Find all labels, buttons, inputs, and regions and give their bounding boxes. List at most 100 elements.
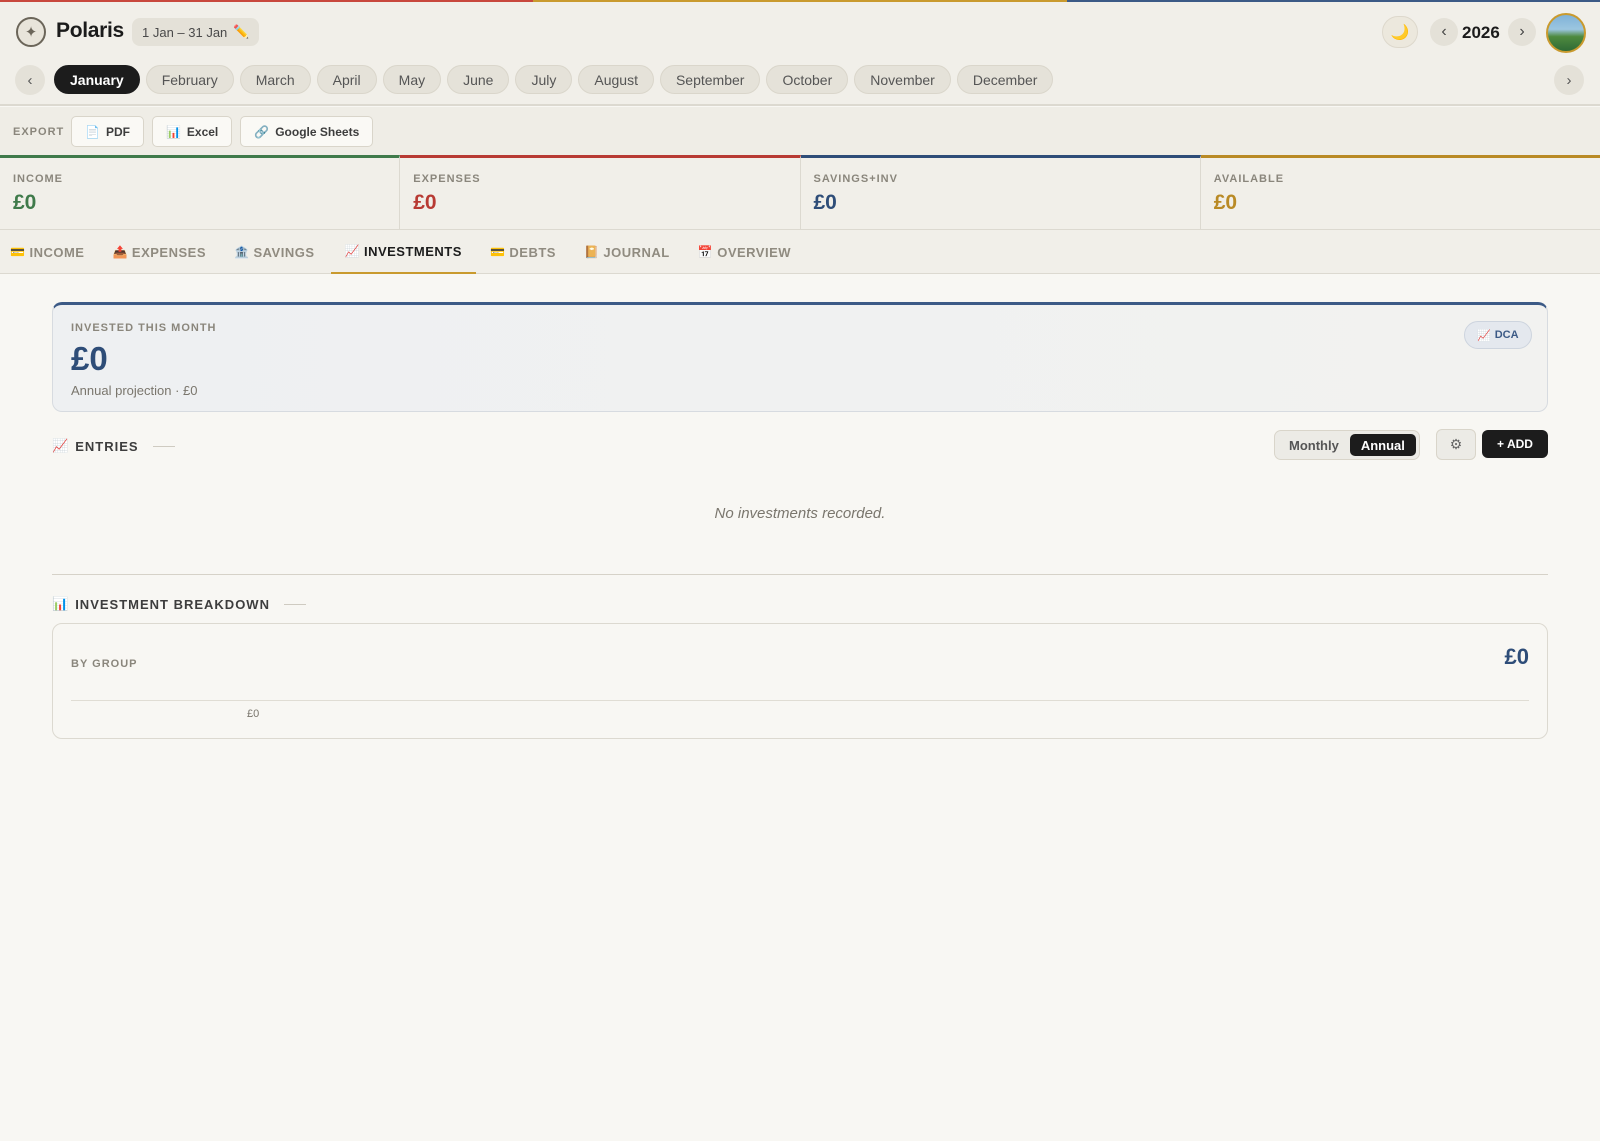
month-march[interactable]: March — [239, 65, 311, 94]
notebook-icon: 📔 — [583, 245, 600, 259]
export-buttons: 📄 PDF 📊 Excel 🔗 Google Sheets — [71, 116, 374, 147]
entries-title: ENTRIES — [75, 438, 139, 454]
app-header: ✦ Polaris 1 Jan – 31 Jan ✏️ 🌙 ‹ 2026 › ‹… — [0, 2, 1600, 106]
app-brand: Polaris — [56, 19, 124, 42]
outbox-icon: 📤 — [112, 245, 128, 259]
document-icon: 📄 — [85, 124, 100, 139]
tab-label: INVESTMENTS — [363, 243, 462, 259]
dca-button[interactable]: 📈 DCA — [1464, 321, 1532, 349]
toggle-annual[interactable]: Annual — [1349, 434, 1416, 456]
bar-chart-icon: 📊 — [52, 596, 70, 611]
breakdown-title: INVESTMENT BREAKDOWN — [75, 596, 270, 612]
avatar[interactable] — [1546, 13, 1586, 53]
section-divider — [152, 445, 175, 447]
month-june[interactable]: June — [447, 65, 510, 94]
month-next-button[interactable]: › — [1554, 65, 1584, 95]
summary-value: £0 — [1213, 191, 1238, 214]
tab-bar: 💳 INCOME 📤 EXPENSES 🏦 SAVINGS 📈 INVESTMENTS 💳 DEB… — [0, 230, 1600, 274]
tab-label: SAVINGS — [253, 244, 315, 260]
breakdown-axis — [71, 700, 1529, 701]
summary-card-savings-inv: SAVINGS+INV £0 — [800, 155, 1201, 229]
tab-label: INCOME — [29, 244, 85, 260]
month-september[interactable]: September — [659, 65, 761, 94]
tab-label: DEBTS — [509, 244, 556, 260]
summary-card-income: INCOME £0 — [0, 155, 401, 229]
summary-label: EXPENSES — [413, 173, 481, 185]
tab-expenses[interactable]: 📤 EXPENSES — [112, 230, 220, 274]
breakdown-section-title: 📊 INVESTMENT BREAKDOWN — [52, 596, 306, 612]
tab-investments[interactable]: 📈 INVESTMENTS — [330, 230, 476, 274]
empty-message: No investments recorded. — [714, 505, 886, 522]
tab-savings[interactable]: 🏦 SAVINGS — [234, 230, 329, 274]
toggle-monthly[interactable]: Monthly — [1278, 434, 1350, 456]
month-july[interactable]: July — [515, 65, 573, 94]
month-selector: January February March April May June July Augu… — [54, 65, 1054, 94]
chart-up-icon: 📈 — [52, 438, 70, 453]
add-button[interactable]: + ADD — [1482, 430, 1548, 458]
breakdown-total: £0 — [1504, 644, 1529, 669]
card-icon: 💳 — [10, 245, 26, 259]
month-january[interactable]: January — [54, 65, 140, 94]
export-excel-button[interactable]: 📊 Excel — [151, 116, 233, 147]
gear-icon[interactable]: ⚙ — [1436, 429, 1476, 460]
export-pdf-button[interactable]: 📄 PDF — [71, 116, 144, 147]
chart-up-icon: 📈 — [1477, 329, 1491, 342]
year-label: 2026 — [1462, 23, 1500, 42]
summary-value: £0 — [813, 191, 837, 214]
chart-up-icon: 📈 — [344, 244, 360, 258]
month-august[interactable]: August — [578, 65, 654, 94]
pencil-icon: ✏️ — [233, 24, 250, 39]
month-october[interactable]: October — [766, 65, 849, 94]
summary-label: AVAILABLE — [1213, 173, 1285, 185]
date-range-pill[interactable]: 1 Jan – 31 Jan ✏️ — [132, 18, 260, 46]
year-prev-button[interactable]: ‹ — [1430, 18, 1458, 46]
month-prev-button[interactable]: ‹ — [15, 65, 45, 95]
invested-value: £0 — [71, 340, 108, 377]
invested-label: INVESTED THIS MONTH — [71, 322, 217, 334]
summary-label: INCOME — [13, 173, 63, 185]
link-icon: 🔗 — [254, 124, 270, 139]
tab-overview[interactable]: 📅 OVERVIEW — [698, 230, 805, 274]
export-label: EXPORT — [13, 126, 65, 138]
month-april[interactable]: April — [316, 65, 377, 94]
month-february[interactable]: February — [145, 65, 234, 94]
summary-value: £0 — [13, 191, 37, 214]
export-button-label: Google Sheets — [275, 124, 360, 139]
tab-label: EXPENSES — [131, 244, 206, 260]
breakdown-card: BY GROUP £0 £0 — [52, 623, 1548, 739]
tab-label: JOURNAL — [603, 244, 670, 260]
tab-journal[interactable]: 📔 JOURNAL — [584, 230, 684, 274]
compass-icon[interactable]: ✦ — [16, 17, 46, 47]
summary-cards: INCOME £0 EXPENSES £0 SAVINGS+INV £0 AVAILABLE… — [0, 155, 1600, 230]
export-bar: EXPORT 📄 PDF 📊 Excel 🔗 Google Sheets — [0, 107, 1600, 155]
bank-icon: 🏦 — [234, 245, 250, 259]
spreadsheet-icon: 📊 — [165, 124, 181, 139]
entries-section-title: 📈 ENTRIES — [52, 438, 175, 454]
invested-card: INVESTED THIS MONTH £0 Annual projection… — [52, 302, 1548, 412]
axis-tick-label: £0 — [247, 708, 260, 720]
month-may[interactable]: May — [382, 65, 442, 94]
tab-debts[interactable]: 💳 DEBTS — [490, 230, 570, 274]
calendar-icon: 📅 — [697, 245, 714, 259]
export-button-label: PDF — [105, 124, 130, 139]
summary-value: £0 — [413, 191, 437, 214]
year-next-button[interactable]: › — [1508, 18, 1536, 46]
period-toggle: Monthly Annual — [1274, 430, 1420, 460]
annual-projection: Annual projection · £0 — [71, 383, 198, 398]
moon-icon[interactable]: 🌙 — [1382, 16, 1418, 48]
tab-income[interactable]: 💳 INCOME — [10, 230, 98, 274]
export-google-sheets-button[interactable]: 🔗 Google Sheets — [240, 116, 374, 147]
month-november[interactable]: November — [854, 65, 951, 94]
dca-label: DCA — [1494, 329, 1519, 341]
section-divider — [283, 603, 306, 605]
tab-label: OVERVIEW — [717, 244, 792, 260]
section-divider — [52, 574, 1548, 575]
date-range-label: 1 Jan – 31 Jan — [142, 24, 228, 40]
summary-card-available: AVAILABLE £0 — [1200, 155, 1600, 229]
summary-card-expenses: EXPENSES £0 — [400, 155, 801, 229]
summary-label: SAVINGS+INV — [813, 173, 898, 185]
by-group-label: BY GROUP — [71, 658, 138, 670]
card-icon: 💳 — [489, 245, 506, 259]
export-button-label: Excel — [186, 124, 219, 139]
month-december[interactable]: December — [956, 65, 1054, 94]
